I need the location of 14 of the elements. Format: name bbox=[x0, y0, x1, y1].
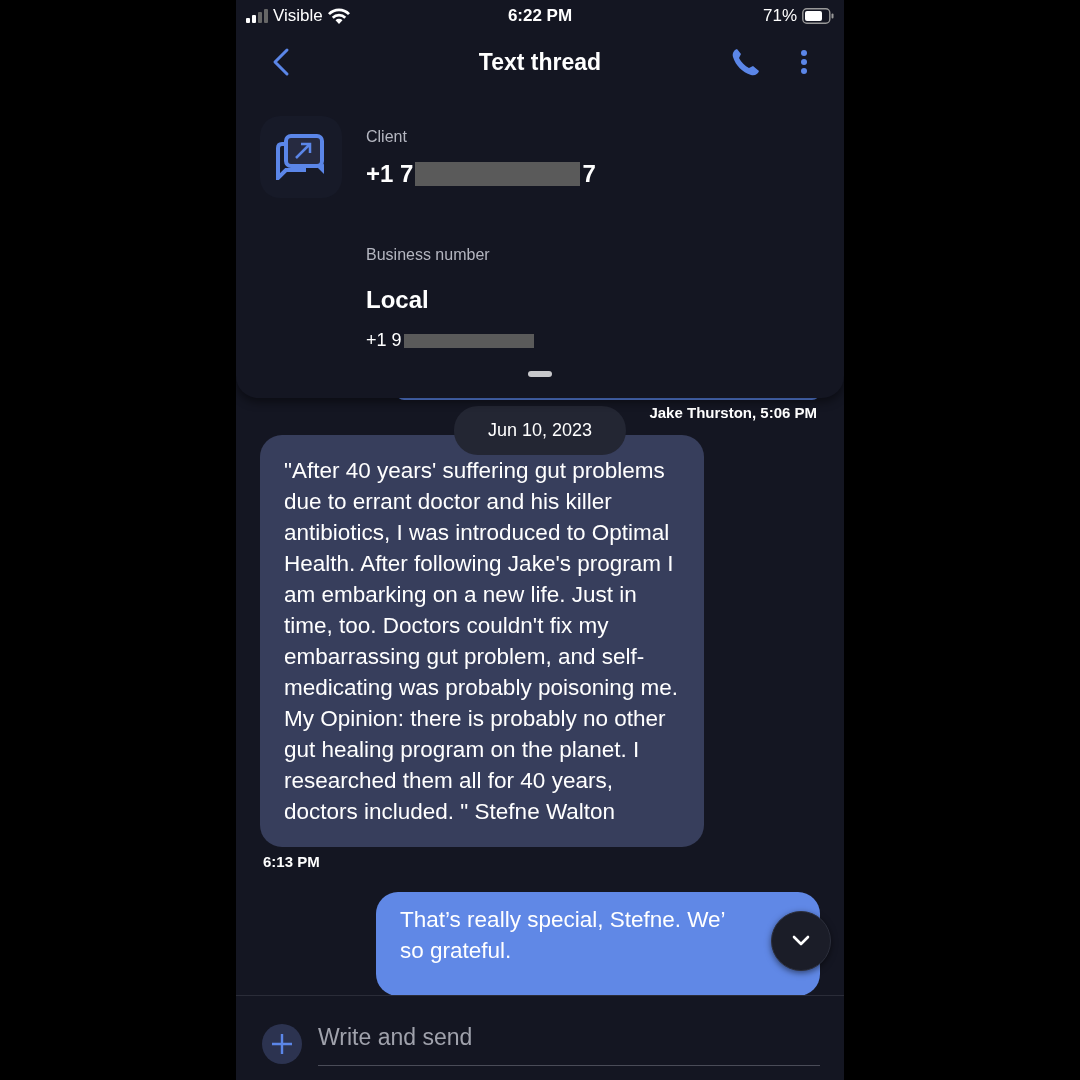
sent-message: That’s really special, Stefne. We’ so grateful. bbox=[376, 892, 820, 995]
business-name: Local bbox=[366, 286, 429, 314]
carrier-name: Visible bbox=[273, 6, 323, 26]
sender-time: Jake Thurston, 5:06 PM bbox=[649, 404, 817, 421]
business-number: +1 9 bbox=[366, 330, 402, 351]
client-number: +1 7 bbox=[366, 160, 414, 188]
client-label: Client bbox=[366, 128, 407, 146]
screen-title: Text thread bbox=[478, 48, 602, 76]
clock-time: 6:22 PM bbox=[507, 6, 573, 26]
message-input[interactable]: Write and send bbox=[318, 1024, 820, 1066]
battery-percent: 71% bbox=[762, 6, 797, 26]
client-number-end: 7 bbox=[582, 160, 596, 188]
business-number-label: Business number bbox=[366, 246, 490, 264]
message-time: 6:13 PM bbox=[263, 853, 321, 870]
